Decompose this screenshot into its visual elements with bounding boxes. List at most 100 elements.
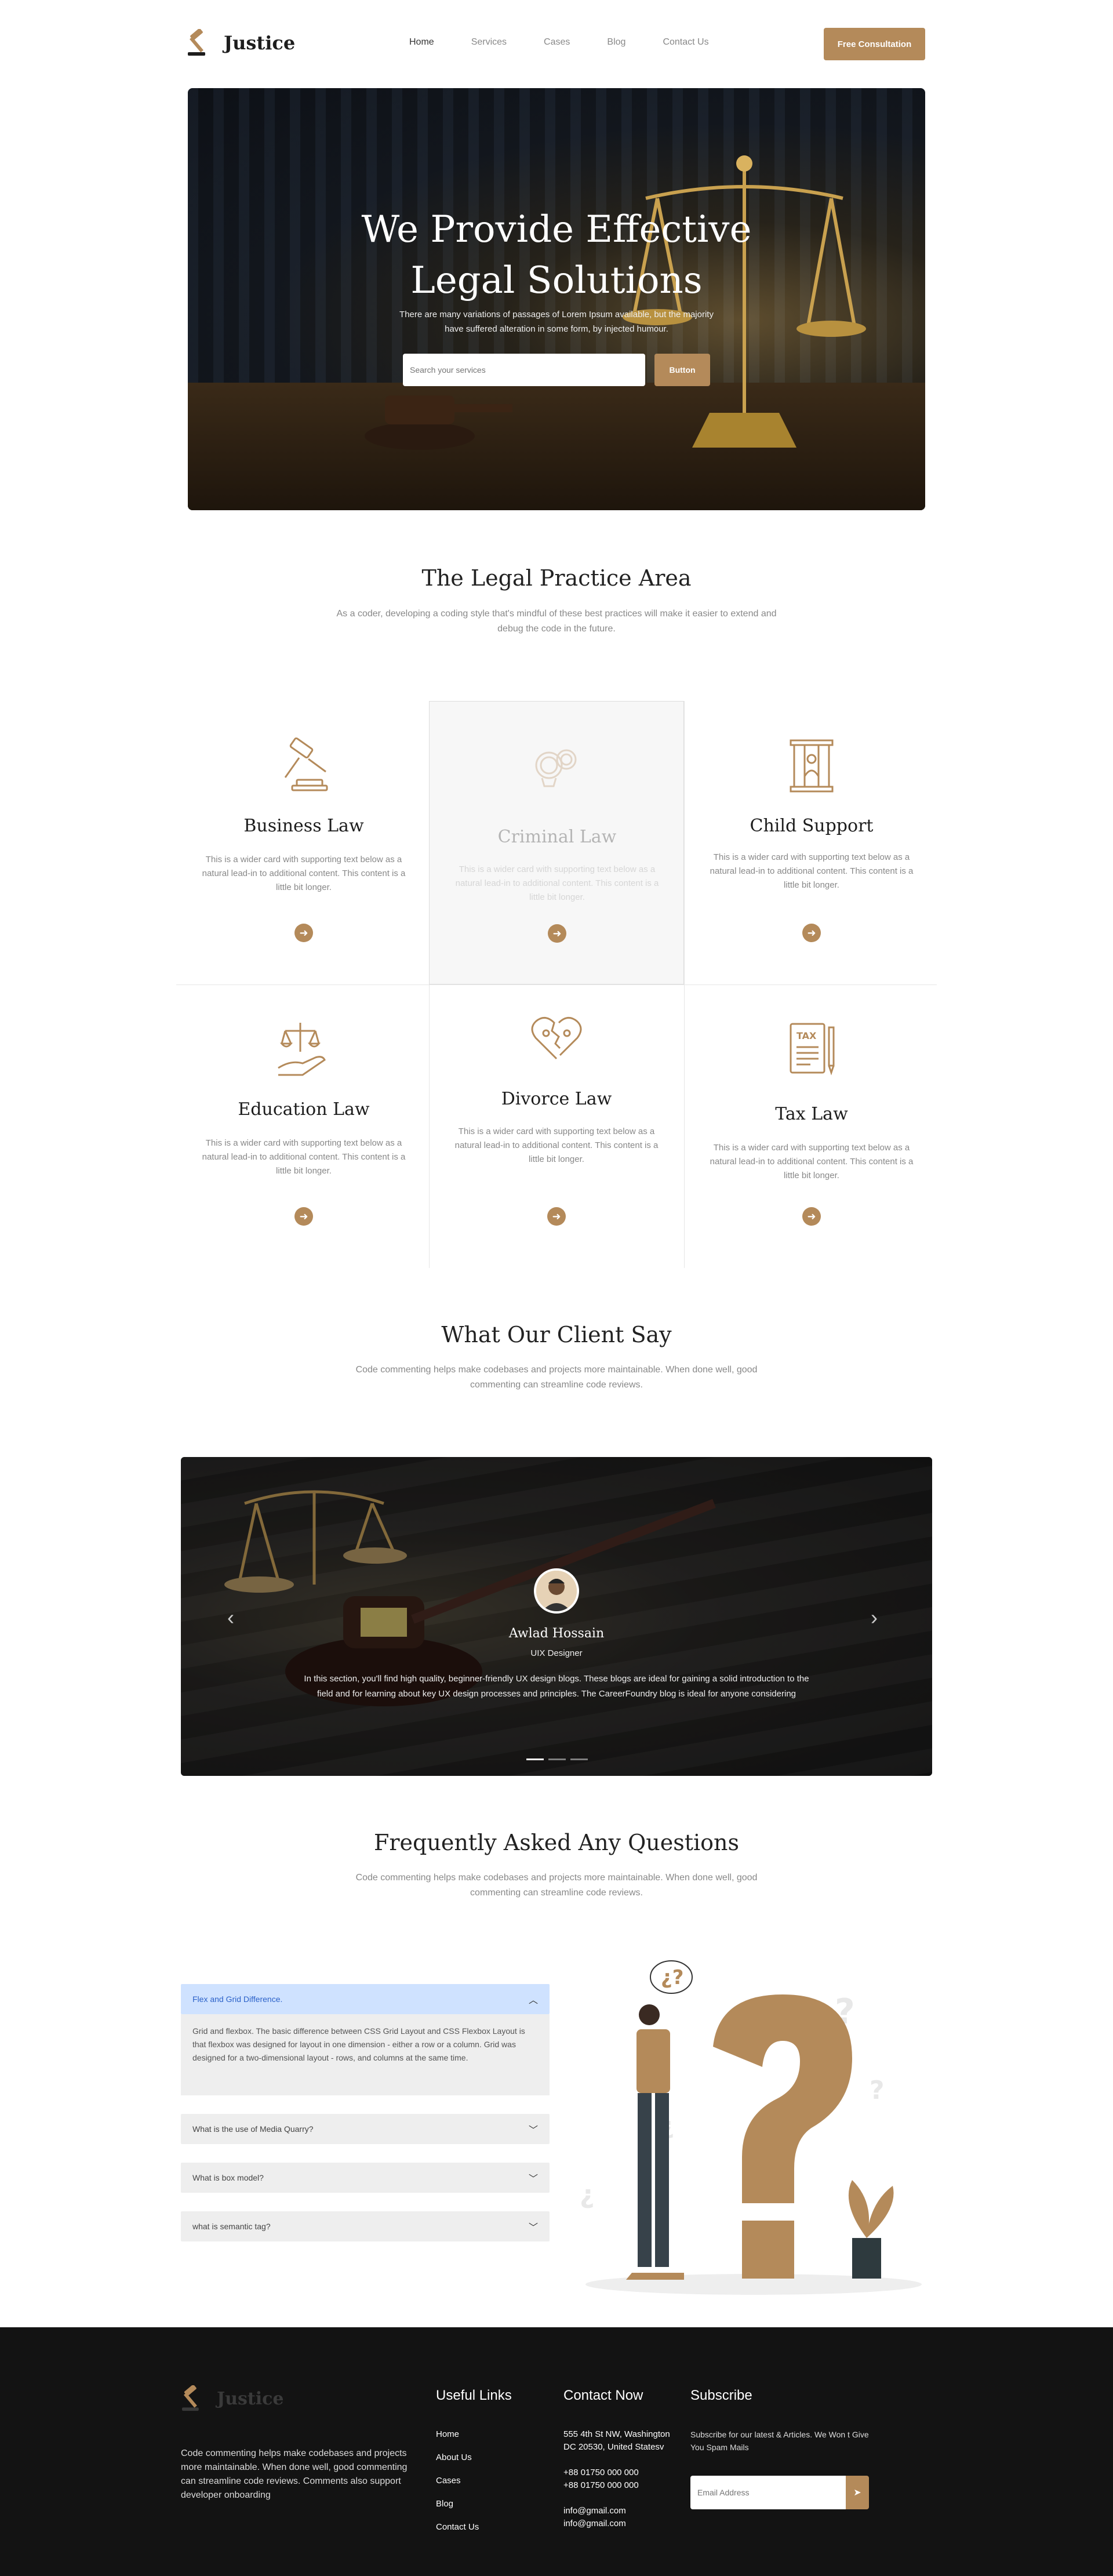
arrow-right-icon[interactable]: ➜ (547, 1207, 566, 1226)
faq-question-2[interactable]: What is the use of Media Quarry? ﹀ (181, 2114, 550, 2144)
arrow-right-icon[interactable]: ➜ (294, 1207, 313, 1226)
chevron-down-icon: ﹀ (528, 2174, 538, 2184)
gavel-icon (284, 737, 328, 791)
practice-grid: Business Law This is a wider card with s… (176, 701, 937, 1268)
nav-contact[interactable]: Contact Us (663, 37, 708, 48)
card-title: Child Support (750, 816, 874, 836)
chevron-down-icon: ﹀ (528, 2223, 538, 2233)
faq-question-4[interactable]: what is semantic tag? ﹀ (181, 2211, 550, 2241)
card-text: This is a wider card with supporting tex… (202, 855, 406, 892)
card-title: Divorce Law (501, 1089, 612, 1109)
footer-email[interactable]: info@gmail.com (563, 2505, 679, 2517)
gavel-logo-icon (188, 29, 205, 56)
svg-text:¿?: ¿? (661, 1966, 683, 1989)
footer-brand-name: Justice (217, 2388, 284, 2409)
faq-question-1[interactable]: Flex and Grid Difference. ︿ (181, 1984, 550, 2014)
handcuffs-icon (535, 749, 577, 787)
footer-contact-title: Contact Now (563, 2388, 643, 2403)
nav-cases[interactable]: Cases (544, 37, 570, 48)
chevron-up-icon: ︿ (528, 1996, 538, 2005)
chevron-down-icon: ﹀ (528, 2126, 538, 2135)
faq-question-3[interactable]: What is box model? ﹀ (181, 2163, 550, 2193)
subscribe-email-input[interactable] (690, 2476, 846, 2509)
faq-answer-1: Grid and flexbox. The basic difference b… (181, 2014, 550, 2095)
avatar (534, 1568, 579, 1614)
practice-card-business[interactable]: Business Law This is a wider card with s… (176, 701, 431, 984)
faq-accordion: Flex and Grid Difference. ︿ Grid and fle… (181, 1984, 550, 2260)
footer-phone[interactable]: +88 01750 000 000 (563, 2466, 679, 2479)
tax-document-icon: TAX (790, 1023, 835, 1076)
card-title: Criminal Law (497, 827, 617, 847)
person-icon (536, 1571, 577, 1611)
family-icon (790, 739, 834, 793)
carousel-dot[interactable] (570, 1758, 588, 1760)
card-text: This is a wider card with supporting tex… (454, 1127, 659, 1164)
testimonial-quote: In this section, you'll find high qualit… (304, 1674, 809, 1699)
faq-subtitle: Code commenting helps make codebases and… (355, 1873, 758, 1898)
search-button[interactable]: Button (654, 354, 710, 386)
card-text: This is a wider card with supporting tex… (455, 864, 659, 902)
card-text: This is a wider card with supporting tex… (710, 1143, 914, 1180)
card-title: Education Law (238, 1099, 370, 1120)
footer-subscribe-title: Subscribe (690, 2388, 752, 2403)
card-text: This is a wider card with supporting tex… (710, 852, 914, 890)
footer-logo[interactable]: Justice (181, 2385, 284, 2412)
footer: Justice Code commenting helps make codeb… (0, 2327, 1113, 2576)
service-search-input[interactable] (403, 354, 645, 386)
svg-text:TAX: TAX (796, 1030, 817, 1041)
carousel-indicators (526, 1758, 588, 1760)
footer-link-about[interactable]: About Us (436, 2451, 512, 2464)
nav-services[interactable]: Services (471, 37, 507, 48)
svg-text:?: ? (870, 2076, 885, 2105)
practice-card-education[interactable]: Education Law This is a wider card with … (176, 984, 431, 1267)
faq-title: Frequently Asked Any Questions (374, 1830, 739, 1855)
testimonial-role: UIX Designer (530, 1648, 583, 1658)
footer-subscribe-text: Subscribe for our latest & Articles. We … (690, 2430, 869, 2452)
footer-links: Useful Links Home About Us Cases Blog Co… (436, 2388, 512, 2544)
svg-text:¿: ¿ (580, 2180, 595, 2210)
brand-name: Justice (224, 32, 296, 54)
footer-subscribe: Subscribe Subscribe for our latest & Art… (690, 2388, 870, 2454)
testimonial-carousel: ‹ › Awlad Hossain UIX Designer In this s… (181, 1457, 932, 1776)
footer-address: 555 4th St NW, Washington DC 20530, Unit… (563, 2429, 670, 2452)
hero-subtitle: There are many variations of passages of… (399, 310, 714, 334)
footer-link-blog[interactable]: Blog (436, 2498, 512, 2510)
footer-link-home[interactable]: Home (436, 2428, 512, 2441)
practice-card-divorce[interactable]: Divorce Law This is a wider card with su… (429, 984, 684, 1267)
practice-subtitle: As a coder, developing a coding style th… (336, 609, 777, 634)
practice-card-child-support[interactable]: Child Support This is a wider card with … (684, 701, 939, 984)
footer-links-title: Useful Links (436, 2388, 512, 2403)
nav-home[interactable]: Home (409, 37, 434, 48)
footer-link-contact[interactable]: Contact Us (436, 2521, 512, 2534)
arrow-right-icon[interactable]: ➜ (294, 924, 313, 942)
footer-phone[interactable]: +88 01750 000 000 (563, 2479, 679, 2492)
practice-card-criminal[interactable]: Criminal Law This is a wider card with s… (429, 701, 684, 984)
arrow-right-icon[interactable]: ➜ (802, 1207, 821, 1226)
scales-hand-icon (278, 1023, 326, 1076)
card-title: Business Law (243, 816, 364, 836)
clients-title: What Our Client Say (441, 1322, 672, 1347)
hero-banner: We Provide Effective Legal Solutions The… (188, 88, 925, 510)
send-icon[interactable]: ➤ (846, 2476, 869, 2509)
footer-description: Code commenting helps make codebases and… (181, 2448, 408, 2500)
nav-blog[interactable]: Blog (607, 37, 625, 48)
card-title: Tax Law (775, 1104, 848, 1124)
carousel-dot[interactable] (548, 1758, 566, 1760)
testimonial-name: Awlad Hossain (508, 1626, 605, 1641)
footer-link-cases[interactable]: Cases (436, 2475, 512, 2487)
carousel-dot[interactable] (526, 1758, 544, 1760)
main-menu: Home Services Cases Blog Contact Us (409, 37, 709, 48)
arrow-right-icon[interactable]: ➜ (548, 924, 566, 943)
question-illustration: ? ? ¿ ¿ ¿? (580, 1960, 922, 2295)
clients-subtitle: Code commenting helps make codebases and… (355, 1365, 758, 1390)
broken-heart-icon (531, 1017, 582, 1060)
card-text: This is a wider card with supporting tex… (202, 1138, 406, 1176)
gavel-logo-icon (182, 2385, 199, 2411)
brand-logo[interactable]: Justice (187, 29, 295, 57)
footer-email[interactable]: info@gmail.com (563, 2517, 679, 2530)
arrow-right-icon[interactable]: ➜ (802, 924, 821, 942)
top-navbar: Justice Home Services Cases Blog Contact… (0, 0, 1113, 88)
free-consultation-button[interactable]: Free Consultation (824, 28, 925, 60)
practice-card-tax[interactable]: TAX Tax Law This is a wider card with su… (684, 984, 939, 1267)
footer-contact: Contact Now 555 4th St NW, Washington DC… (563, 2388, 679, 2530)
